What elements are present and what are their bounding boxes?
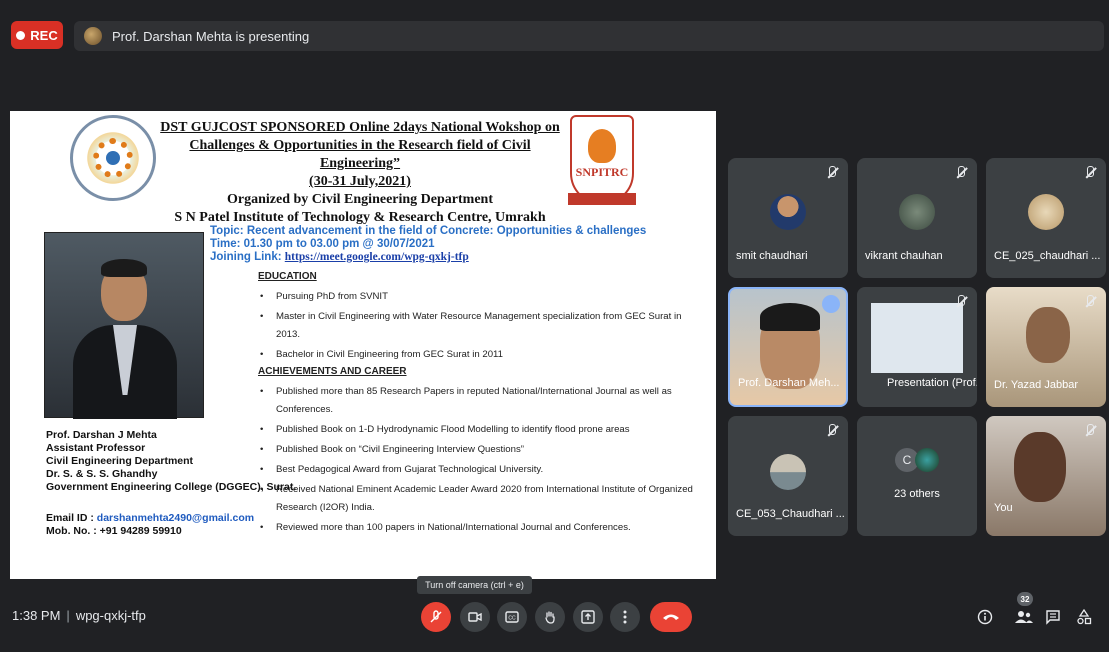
speaker-email: darshanmehta2490@gmail.com <box>96 512 255 524</box>
mic-off-icon <box>430 610 442 623</box>
meeting-info: 1:38 PM | wpg-qxkj-tfp <box>12 608 146 623</box>
participant-name: You <box>994 502 1013 514</box>
mic-off-icon <box>1084 295 1098 309</box>
chat-button[interactable] <box>1042 606 1064 628</box>
education-list: Pursuing PhD from SVNIT Master in Civil … <box>258 288 708 364</box>
snpitrc-logo: SNPITRC <box>566 115 638 217</box>
chat-icon <box>1046 610 1060 625</box>
list-item: Best Pedagogical Award from Gujarat Tech… <box>258 461 708 479</box>
joining-label: Joining Link: <box>210 251 282 263</box>
participant-tile[interactable]: CE_053_Chaudhari ... <box>728 416 848 536</box>
clock-time: 1:38 PM <box>12 608 61 623</box>
participant-tile[interactable]: vikrant chauhan <box>857 158 977 278</box>
avatar <box>770 454 806 490</box>
more-options-button[interactable] <box>610 602 640 632</box>
list-item: Reviewed more than 100 papers in Nationa… <box>258 519 708 537</box>
presenting-banner: Prof. Darshan Mehta is presenting <box>74 21 1104 51</box>
people-button[interactable] <box>1013 606 1035 628</box>
heading-line-3: (30-31 July,2021) <box>309 174 411 189</box>
participant-name: smit chaudhari <box>736 250 808 262</box>
avatar <box>899 194 935 230</box>
slide-heading: DST GUJCOST SPONSORED Online 2days Natio… <box>160 119 560 227</box>
hang-up-icon <box>663 614 679 620</box>
presentation-thumbnail <box>871 303 963 373</box>
avatar <box>1028 194 1064 230</box>
mic-off-icon <box>826 424 840 438</box>
heading-line-4: Organized by Civil Engineering Departmen… <box>227 192 493 207</box>
activities-icon <box>1077 609 1092 625</box>
presenter-avatar <box>84 27 102 45</box>
time-text: Time: 01.30 pm to 03.00 pm @ 30/07/2021 <box>210 238 435 250</box>
recording-label: REC <box>30 27 58 43</box>
self-tile[interactable]: You <box>986 416 1106 536</box>
achievements-list: Published more than 85 Research Papers i… <box>258 383 708 537</box>
speaker-photo <box>44 232 204 419</box>
participant-count-badge: 32 <box>1017 592 1033 606</box>
camera-tooltip: Turn off camera (ctrl + e) <box>417 576 532 594</box>
mic-off-icon <box>1084 166 1098 180</box>
slide-content: EDUCATION Pursuing PhD from SVNIT Master… <box>258 271 708 539</box>
others-count: 23 others <box>894 488 940 500</box>
list-item: Published Book on “Civil Engineering Int… <box>258 441 708 459</box>
heading-line-1: DST GUJCOST SPONSORED Online 2days Natio… <box>160 120 560 135</box>
avatar <box>915 448 939 472</box>
list-item: Published more than 85 Research Papers i… <box>258 383 708 419</box>
record-dot-icon <box>16 30 26 40</box>
avatar <box>770 194 806 230</box>
joining-line: Joining Link: https://meet.google.com/wp… <box>210 251 646 264</box>
camera-icon <box>468 612 482 622</box>
participant-name: CE_053_Chaudhari ... <box>736 508 845 520</box>
list-item: Master in Civil Engineering with Water R… <box>258 308 708 344</box>
gujcost-logo <box>70 115 156 201</box>
participant-name: Dr. Yazad Jabbar <box>994 379 1078 391</box>
participant-name: Presentation (Prof. Darsha... <box>887 377 977 389</box>
meeting-details-button[interactable] <box>974 606 996 628</box>
meeting-code: wpg-qxkj-tfp <box>75 608 146 623</box>
heading-line-2: Challenges & Opportunities in the Resear… <box>189 138 531 171</box>
list-item: Received National Eminent Academic Leade… <box>258 481 708 517</box>
info-icon <box>977 609 993 625</box>
svg-text:CC: CC <box>508 616 516 622</box>
more-vert-icon <box>623 610 627 624</box>
participant-tile-presenter[interactable]: Prof. Darshan Meh... <box>728 287 848 407</box>
participant-name: vikrant chauhan <box>865 250 943 262</box>
recording-indicator: REC <box>11 21 63 49</box>
hand-icon <box>545 611 555 624</box>
presentation-tile[interactable]: Presentation (Prof. Darsha... <box>857 287 977 407</box>
joining-link[interactable]: https://meet.google.com/wpg-qxkj-tfp <box>285 251 469 263</box>
participant-name: Prof. Darshan Meh... <box>738 377 840 389</box>
mic-off-icon <box>955 295 969 309</box>
education-title: EDUCATION <box>258 271 317 282</box>
participant-tile[interactable]: Dr. Yazad Jabbar <box>986 287 1106 407</box>
captions-icon: CC <box>505 611 519 623</box>
speaking-indicator-icon <box>822 295 840 313</box>
captions-button[interactable]: CC <box>497 602 527 632</box>
present-icon <box>581 610 595 624</box>
mic-off-icon <box>826 166 840 180</box>
topic-block: Topic: Recent advancement in the field o… <box>210 225 646 264</box>
camera-toggle-button[interactable] <box>460 602 490 632</box>
mic-off-icon <box>1084 424 1098 438</box>
achievements-title: ACHIEVEMENTS AND CAREER <box>258 366 407 377</box>
shared-slide: SNPITRC DST GUJCOST SPONSORED Online 2da… <box>10 111 716 579</box>
participant-tile[interactable]: smit chaudhari <box>728 158 848 278</box>
list-item: Bachelor in Civil Engineering from GEC S… <box>258 346 708 364</box>
participant-tile[interactable]: CE_025_chaudhari ... <box>986 158 1106 278</box>
raise-hand-button[interactable] <box>535 602 565 632</box>
topic-text: Topic: Recent advancement in the field o… <box>210 225 647 237</box>
activities-button[interactable] <box>1073 606 1095 628</box>
list-item: Pursuing PhD from SVNIT <box>258 288 708 306</box>
present-now-button[interactable] <box>573 602 603 632</box>
presenting-text: Prof. Darshan Mehta is presenting <box>112 28 310 44</box>
participant-name: CE_025_chaudhari ... <box>994 250 1101 262</box>
leave-call-button[interactable] <box>650 602 692 632</box>
people-icon <box>1015 611 1033 623</box>
mic-toggle-button[interactable] <box>421 602 451 632</box>
others-tile[interactable]: C 23 others <box>857 416 977 536</box>
mic-off-icon <box>955 166 969 180</box>
list-item: Published Book on 1-D Hydrodynamic Flood… <box>258 421 708 439</box>
top-bar: REC Prof. Darshan Mehta is presenting <box>0 0 1109 70</box>
